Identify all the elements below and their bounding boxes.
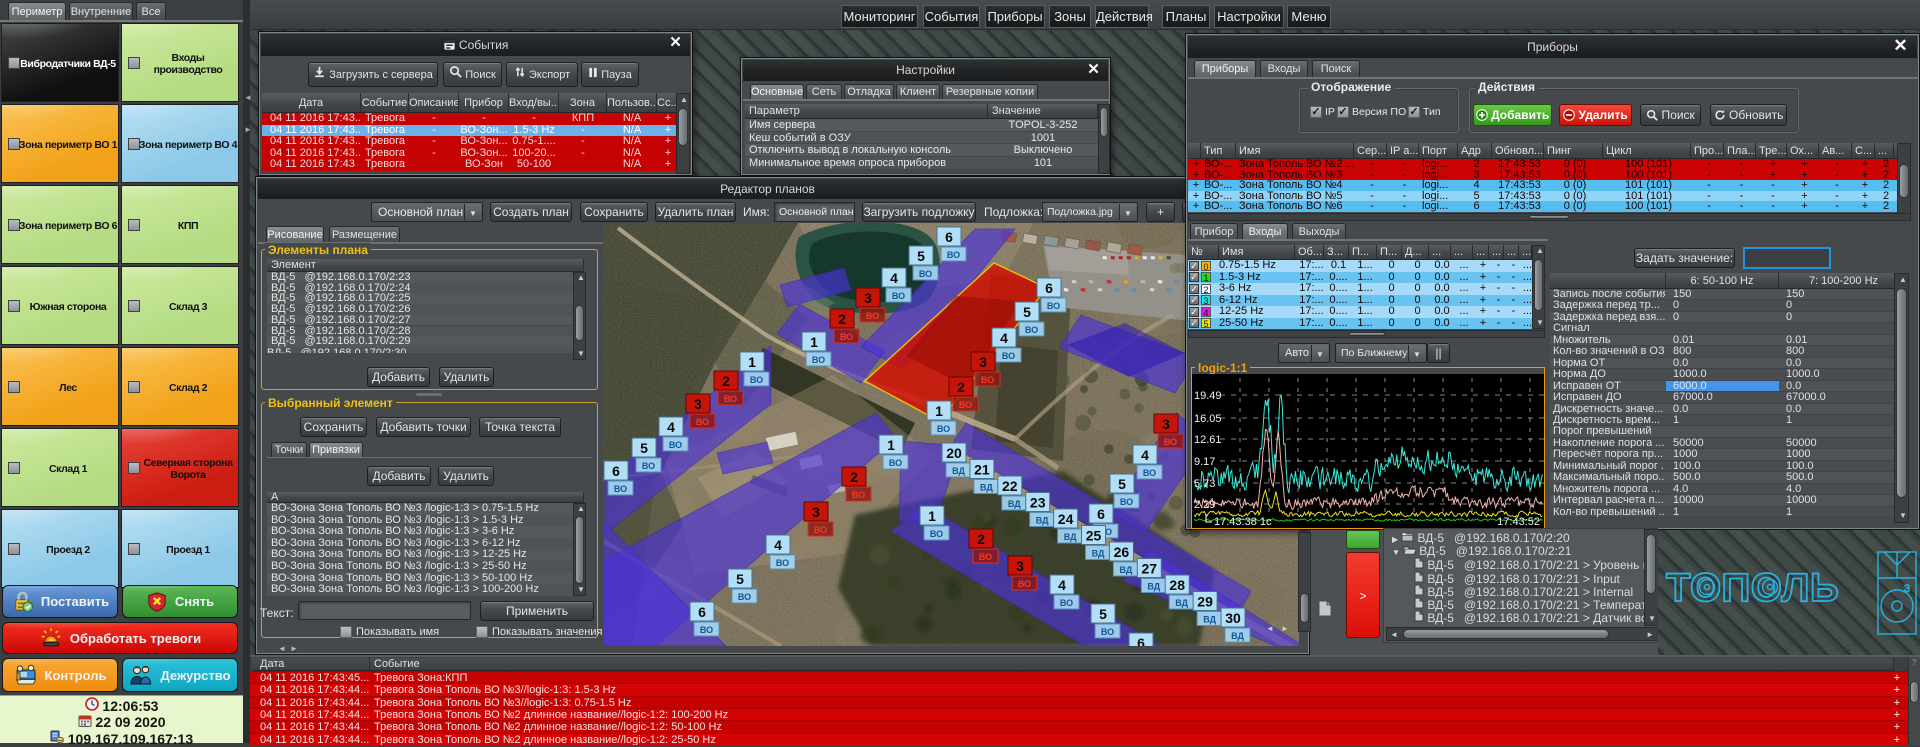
svg-text:ВО: ВО bbox=[669, 440, 682, 450]
svg-text:9.17: 9.17 bbox=[1194, 456, 1215, 468]
svg-text:ВД: ВД bbox=[1008, 499, 1021, 509]
svg-text:ВО: ВО bbox=[866, 311, 879, 321]
svg-text:25: 25 bbox=[1086, 528, 1102, 544]
svg-text:ВД: ВД bbox=[1064, 532, 1077, 542]
svg-text:2: 2 bbox=[722, 373, 730, 389]
svg-text:ВО: ВО bbox=[889, 458, 902, 468]
svg-text:ВО: ВО bbox=[1164, 437, 1177, 447]
svg-text:4: 4 bbox=[1000, 330, 1008, 346]
svg-text:2: 2 bbox=[850, 469, 858, 485]
svg-text:1: 1 bbox=[887, 437, 895, 453]
svg-text:6: 6 bbox=[698, 604, 706, 620]
svg-text:ВО: ВО bbox=[642, 461, 655, 471]
svg-text:ВО: ВО bbox=[1120, 497, 1133, 507]
svg-text:ВД: ВД bbox=[1203, 615, 1216, 625]
svg-text:ВО: ВО bbox=[937, 424, 950, 434]
svg-text:4: 4 bbox=[1058, 577, 1066, 593]
svg-text:5: 5 bbox=[1099, 606, 1107, 622]
svg-text:ВО: ВО bbox=[979, 552, 992, 562]
svg-text:ВО: ВО bbox=[1018, 579, 1031, 589]
svg-text:2: 2 bbox=[838, 311, 846, 327]
svg-text:ВД: ВД bbox=[1036, 516, 1049, 526]
svg-text:ВО: ВО bbox=[852, 490, 865, 500]
svg-text:1: 1 bbox=[810, 334, 818, 350]
svg-text:ВО: ВО bbox=[840, 332, 853, 342]
svg-text:28: 28 bbox=[1169, 577, 1185, 593]
svg-text:3: 3 bbox=[694, 396, 702, 412]
svg-text:12.61: 12.61 bbox=[1194, 434, 1222, 446]
svg-text:ВО: ВО bbox=[959, 400, 972, 410]
svg-text:3: 3 bbox=[864, 290, 872, 306]
svg-text:24: 24 bbox=[1058, 511, 1074, 527]
svg-text:20: 20 bbox=[946, 445, 962, 461]
svg-text:5: 5 bbox=[1023, 304, 1031, 320]
svg-text:26: 26 bbox=[1114, 544, 1130, 560]
svg-text:27: 27 bbox=[1142, 561, 1158, 577]
svg-text:ВО: ВО bbox=[981, 375, 994, 385]
svg-text:3: 3 bbox=[979, 354, 987, 370]
svg-text:ВО: ВО bbox=[1143, 468, 1156, 478]
svg-text:ВО: ВО bbox=[1101, 627, 1114, 637]
svg-text:ВО: ВО bbox=[947, 250, 960, 260]
svg-text:ВД: ВД bbox=[1175, 598, 1188, 608]
svg-text:ВО: ВО bbox=[812, 355, 825, 365]
svg-text:6: 6 bbox=[1137, 635, 1145, 646]
svg-text:ТОПОЛЬ: ТОПОЛЬ bbox=[1666, 566, 1839, 610]
svg-text:ВО: ВО bbox=[814, 525, 827, 535]
svg-text:16.05: 16.05 bbox=[1194, 413, 1222, 425]
svg-text:ВО: ВО bbox=[892, 291, 905, 301]
svg-text:1: 1 bbox=[748, 354, 756, 370]
svg-text:ВО: ВО bbox=[919, 269, 932, 279]
svg-text:ВО: ВО bbox=[696, 417, 709, 427]
svg-text:1: 1 bbox=[928, 508, 936, 524]
svg-text:6: 6 bbox=[1045, 280, 1053, 296]
svg-text:29: 29 bbox=[1197, 594, 1213, 610]
svg-text:2: 2 bbox=[977, 531, 985, 547]
svg-text:30: 30 bbox=[1225, 610, 1241, 626]
svg-text:ВД: ВД bbox=[1231, 631, 1244, 641]
svg-text:6: 6 bbox=[1097, 506, 1105, 522]
svg-text:ВД: ВД bbox=[1120, 565, 1133, 575]
svg-text:6: 6 bbox=[945, 229, 953, 245]
svg-text:ВД: ВД bbox=[980, 483, 993, 493]
svg-text:5: 5 bbox=[1118, 476, 1126, 492]
svg-text:17:43:52: 17:43:52 bbox=[1497, 516, 1540, 528]
svg-text:ВО: ВО bbox=[750, 375, 763, 385]
svg-text:ВО: ВО bbox=[1047, 301, 1060, 311]
svg-text:6: 6 bbox=[612, 463, 620, 479]
svg-text:5: 5 bbox=[917, 248, 925, 264]
svg-text:5.73: 5.73 bbox=[1194, 478, 1215, 490]
svg-text:3: 3 bbox=[1904, 583, 1910, 595]
svg-text:ВО: ВО bbox=[776, 558, 789, 568]
svg-text:ВД: ВД bbox=[1092, 549, 1105, 559]
svg-text:4: 4 bbox=[1141, 447, 1149, 463]
svg-text:ВО: ВО bbox=[724, 394, 737, 404]
svg-text:ВД: ВД bbox=[1147, 582, 1160, 592]
svg-text:5: 5 bbox=[736, 571, 744, 587]
svg-text:2: 2 bbox=[957, 379, 965, 395]
svg-text:3: 3 bbox=[1016, 558, 1024, 574]
svg-text:22: 22 bbox=[1002, 478, 1018, 494]
svg-text:5: 5 bbox=[640, 440, 648, 456]
svg-text:17:43:38 1с: 17:43:38 1с bbox=[1214, 516, 1272, 528]
svg-text:1: 1 bbox=[935, 403, 943, 419]
svg-text:ВО: ВО bbox=[614, 484, 627, 494]
svg-text:ВО: ВО bbox=[1002, 351, 1015, 361]
svg-text:19.49: 19.49 bbox=[1194, 390, 1222, 402]
svg-text:21: 21 bbox=[974, 462, 990, 478]
svg-text:3: 3 bbox=[1162, 416, 1170, 432]
svg-text:ВД: ВД bbox=[952, 466, 965, 476]
svg-text:ВО: ВО bbox=[1060, 598, 1073, 608]
svg-text:ВО: ВО bbox=[700, 625, 713, 635]
svg-text:4: 4 bbox=[667, 419, 675, 435]
svg-text:4: 4 bbox=[890, 270, 898, 286]
svg-text:23: 23 bbox=[1030, 495, 1046, 511]
svg-text:ВО: ВО bbox=[1025, 325, 1038, 335]
svg-text:4: 4 bbox=[774, 537, 782, 553]
svg-text:ВО: ВО bbox=[930, 529, 943, 539]
svg-text:3: 3 bbox=[812, 504, 820, 520]
svg-text:ВО: ВО bbox=[738, 592, 751, 602]
svg-text:2.29: 2.29 bbox=[1194, 499, 1215, 511]
